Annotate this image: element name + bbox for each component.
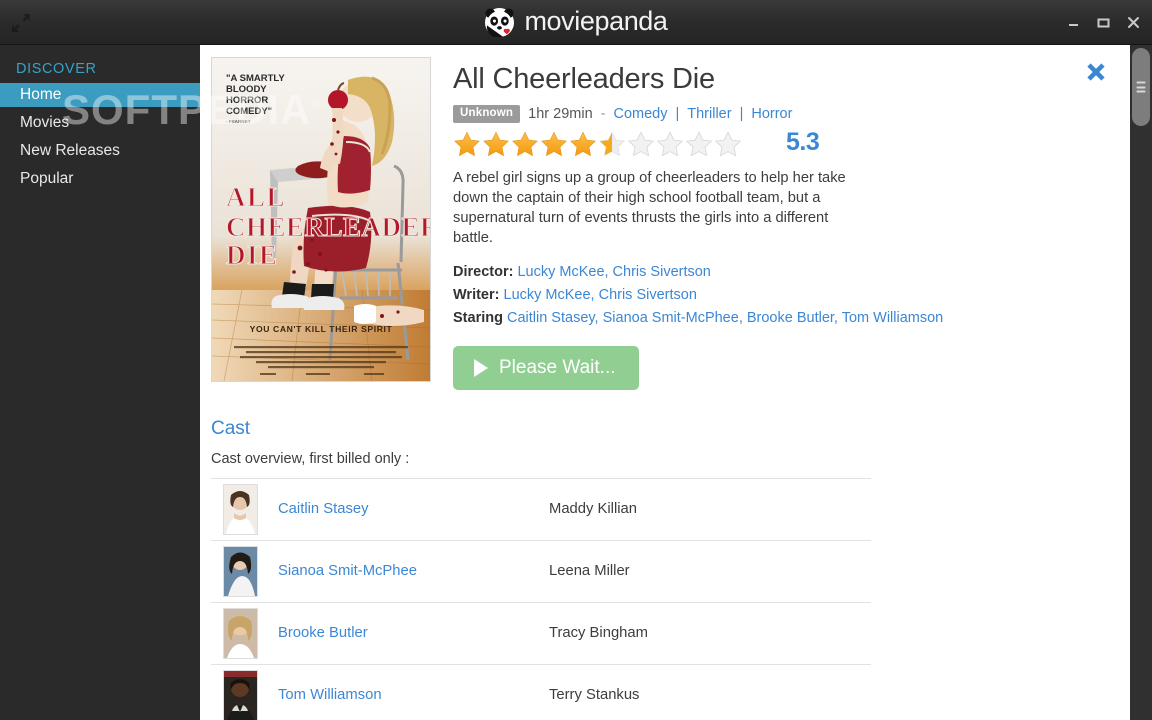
writer-names[interactable]: Lucky McKee, Chris Sivertson [504, 287, 697, 303]
cast-name-cell: Caitlin Stasey [259, 478, 549, 540]
cast-actor-link[interactable]: Sianoa Smit-McPhee [278, 563, 417, 579]
svg-text:CHEERLEADERS: CHEERLEADERS [226, 212, 430, 242]
movie-credits: Director: Lucky McKee, Chris Sivertson W… [453, 261, 1130, 330]
genre-link-comedy[interactable]: Comedy [613, 106, 667, 122]
cast-thumb-cell [211, 540, 259, 602]
cast-thumb-cell [211, 602, 259, 664]
scrollbar-track[interactable] [1130, 45, 1152, 720]
play-button-label: Please Wait... [499, 356, 616, 378]
svg-text:- FEARNET: - FEARNET [226, 119, 251, 124]
app-title: moviepanda [524, 6, 668, 36]
director-label: Director: [453, 263, 514, 280]
cast-character: Tracy Bingham [549, 625, 648, 642]
cast-actor-link[interactable]: Tom Williamson [278, 687, 382, 703]
table-row[interactable]: Brooke Butler Tracy Bingham [211, 602, 871, 664]
movie-detail-header: "A SMARTLY BLOODY HORROR COMEDY" - FEARN… [200, 57, 1130, 390]
panda-logo-icon [485, 7, 515, 38]
play-triangle-icon [474, 358, 488, 377]
sidebar-item-home[interactable]: Home [0, 83, 200, 107]
sidebar-item-label: Movies [20, 114, 70, 131]
genre-link-horror[interactable]: Horror [751, 106, 792, 122]
staring-label: Staring [453, 309, 503, 326]
svg-text:"A SMARTLY: "A SMARTLY [226, 73, 285, 84]
cast-character: Maddy Killian [549, 501, 638, 518]
cast-thumb-cell [211, 664, 259, 720]
cast-subheading: Cast overview, first billed only : [211, 450, 410, 467]
table-row[interactable]: Sianoa Smit-McPhee Leena Miller [211, 540, 871, 602]
cast-name-cell: Brooke Butler [259, 602, 549, 664]
svg-text:HORROR: HORROR [226, 95, 268, 106]
writer-line: Writer: Lucky McKee, Chris Sivertson [453, 284, 1130, 307]
movie-meta: All Cheerleaders Die Unknown 1hr 29min -… [431, 57, 1130, 390]
cast-name-cell: Sianoa Smit-McPhee [259, 540, 549, 602]
cast-section: Cast Cast overview, first billed only : [200, 418, 1130, 720]
cast-heading: Cast [211, 417, 251, 439]
genre-divider: | [675, 106, 680, 123]
cast-actor-link[interactable]: Brooke Butler [278, 625, 368, 641]
movie-subline: Unknown 1hr 29min - Comedy | Thriller | … [453, 105, 1130, 123]
sidebar-item-new-releases[interactable]: New Releases [0, 139, 200, 163]
sidebar-section-label: DISCOVER [16, 61, 97, 77]
runtime-text: 1hr 29min [528, 106, 593, 123]
rating-row: 5.3 [453, 128, 1130, 157]
window-controls [1058, 0, 1148, 45]
genre-divider: | [739, 106, 744, 123]
maximize-button[interactable] [1088, 3, 1118, 43]
cast-character: Terry Stankus [549, 687, 640, 704]
actor-thumbnail [223, 483, 258, 535]
cast-name-cell: Tom Williamson [259, 664, 549, 720]
cast-thumb-cell [211, 478, 259, 540]
rating-value: 5.3 [786, 127, 820, 156]
close-icon[interactable] [1084, 60, 1108, 84]
page-title: All Cheerleaders Die [453, 63, 715, 95]
svg-text:DIE: DIE [226, 240, 279, 270]
content-panel: "A SMARTLY BLOODY HORROR COMEDY" - FEARN… [200, 45, 1130, 720]
director-names[interactable]: Lucky McKee, Chris Sivertson [517, 264, 710, 280]
director-line: Director: Lucky McKee, Chris Sivertson [453, 261, 1130, 284]
sidebar-item-label: Home [20, 86, 62, 103]
table-row[interactable]: Tom Williamson Terry Stankus [211, 664, 871, 720]
sidebar-item-popular[interactable]: Popular [0, 167, 200, 191]
minimize-button[interactable] [1058, 3, 1088, 43]
scrollbar-grip-icon [1136, 81, 1146, 93]
svg-text:COMEDY": COMEDY" [226, 106, 272, 117]
vertical-scrollbar[interactable] [1130, 45, 1152, 720]
staring-line: Staring Caitlin Stasey, Sianoa Smit-McPh… [453, 307, 1130, 330]
svg-text:ALL: ALL [226, 182, 286, 212]
actor-thumbnail [223, 545, 258, 597]
cast-character: Leena Miller [549, 563, 630, 580]
play-button[interactable]: Please Wait... [453, 345, 639, 390]
sidebar: DISCOVER Home Movies New Releases Popula… [0, 45, 200, 720]
app-window: moviepanda DISCOVER Home Movies New Rele… [0, 0, 1152, 720]
actor-thumbnail [223, 669, 258, 720]
genre-link-thriller[interactable]: Thriller [687, 106, 731, 122]
svg-text:YOU CAN'T KILL THEIR SPIRIT: YOU CAN'T KILL THEIR SPIRIT [250, 324, 393, 334]
sidebar-item-movies[interactable]: Movies [0, 111, 200, 135]
title-bar: moviepanda [0, 0, 1152, 45]
scrollbar-thumb[interactable] [1132, 48, 1150, 126]
svg-text:BLOODY: BLOODY [226, 84, 267, 95]
movie-overview: A rebel girl signs up a group of cheerle… [453, 169, 846, 246]
cast-actor-link[interactable]: Caitlin Stasey [278, 501, 368, 517]
staring-names[interactable]: Caitlin Stasey, Sianoa Smit-McPhee, Broo… [507, 310, 943, 326]
content-inner: "A SMARTLY BLOODY HORROR COMEDY" - FEARN… [200, 45, 1130, 720]
sidebar-item-label: New Releases [20, 142, 120, 159]
actor-thumbnail [223, 607, 258, 659]
close-button[interactable] [1118, 3, 1148, 43]
table-row[interactable]: Caitlin Stasey Maddy Killian [211, 478, 871, 540]
subline-separator: - [600, 106, 606, 123]
cast-table: Caitlin Stasey Maddy Killian Sianoa Smit… [211, 478, 871, 720]
app-brand: moviepanda [0, 0, 1152, 45]
certification-badge: Unknown [453, 105, 521, 123]
star-rating[interactable] [453, 128, 773, 157]
movie-poster[interactable]: "A SMARTLY BLOODY HORROR COMEDY" - FEARN… [211, 57, 431, 382]
writer-label: Writer: [453, 286, 500, 303]
sidebar-item-label: Popular [20, 170, 74, 187]
